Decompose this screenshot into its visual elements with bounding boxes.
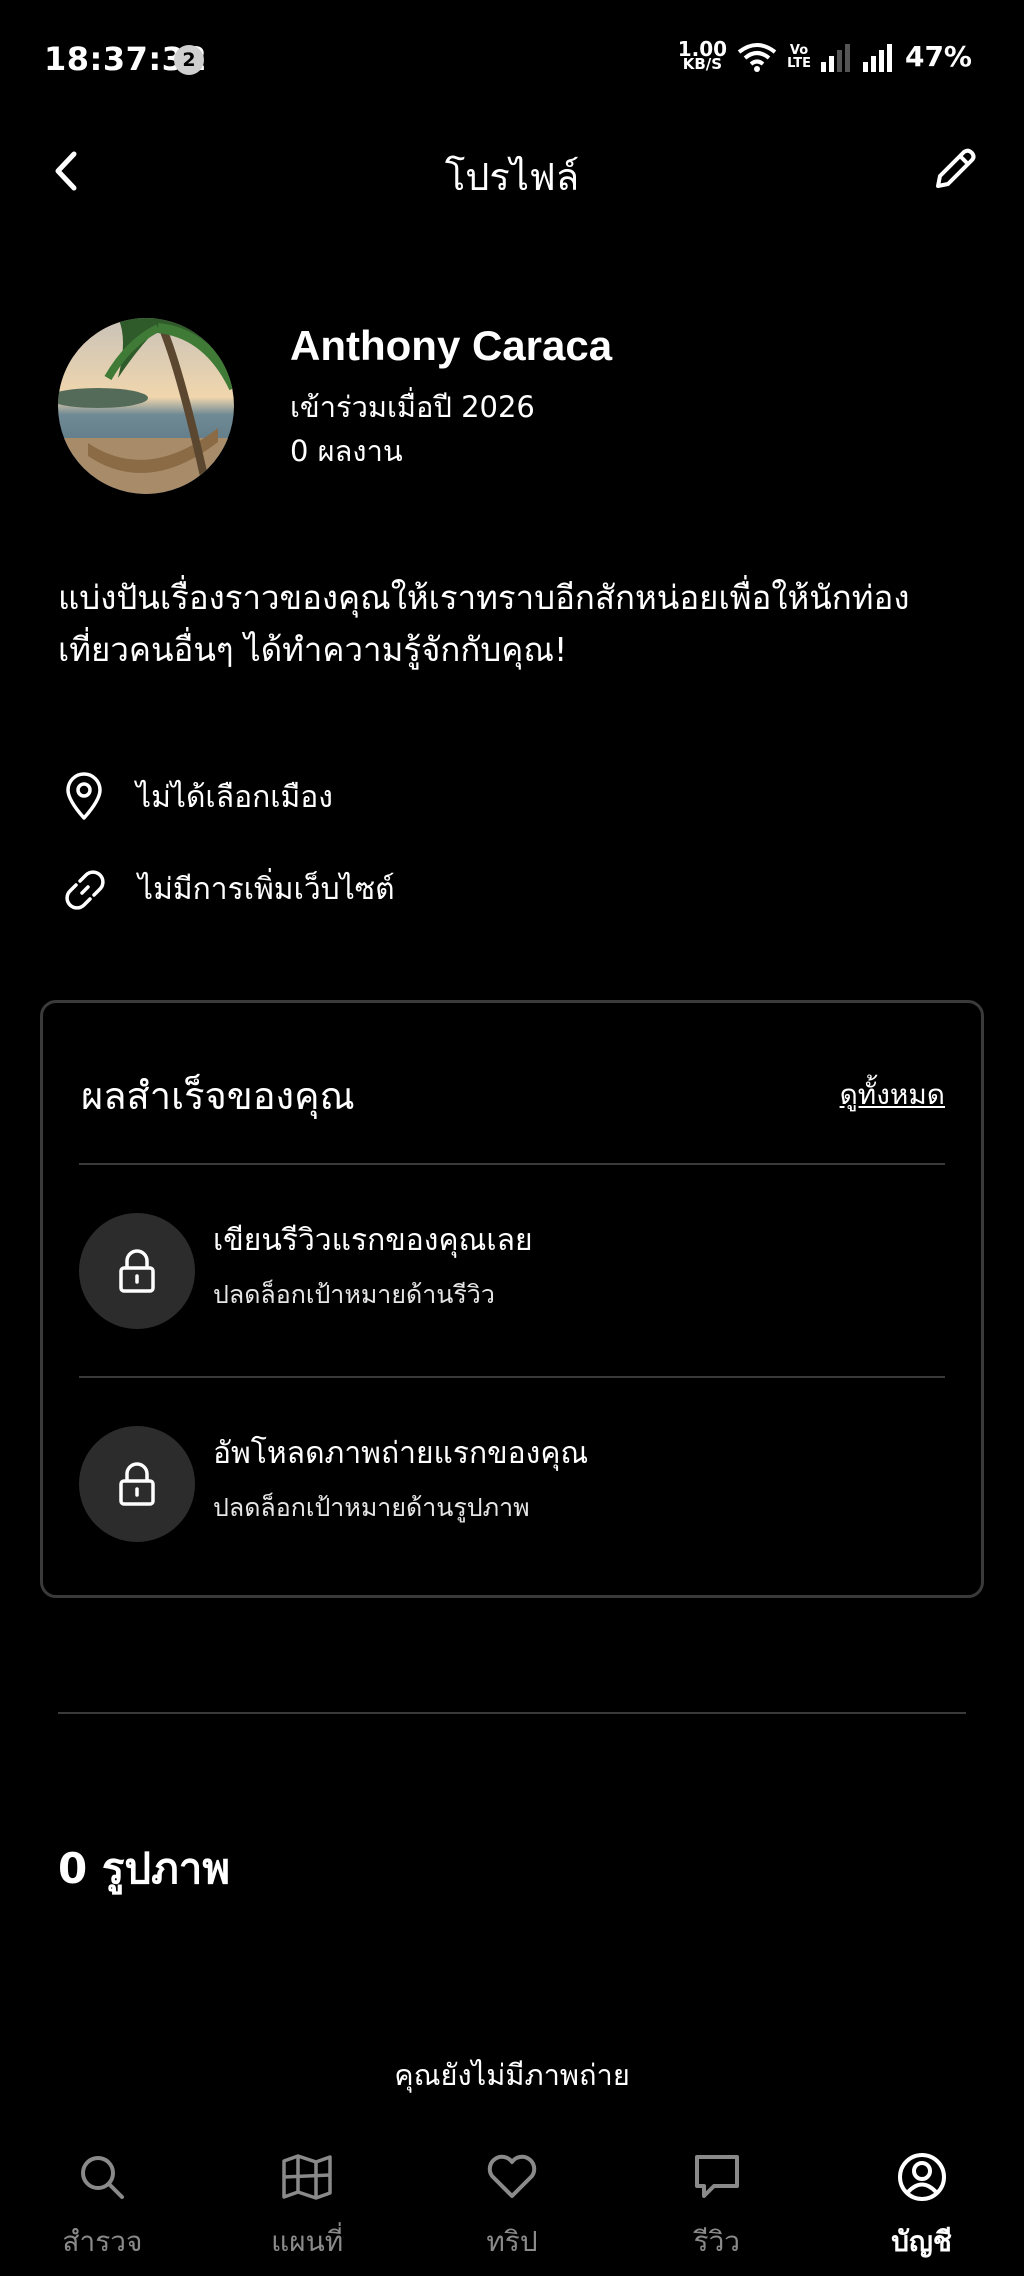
nav-map[interactable]: แผนที่ [205,2148,410,2276]
divider [79,1376,945,1378]
nav-reviews[interactable]: รีวิว [614,2148,819,2276]
nav-explore[interactable]: สำรวจ [0,2148,205,2276]
nav-label: สำรวจ [62,2225,143,2258]
profile-joined: เข้าร่วมเมื่อปี 2026 [290,390,535,424]
lock-icon [119,1249,155,1293]
network-speed: 1.00 KB/S [677,36,728,73]
achievement-lock-badge [79,1213,195,1329]
volte-indicator: Vo LTE [787,42,811,71]
achievement-title: เขียนรีวิวแรกของคุณเลย [213,1223,533,1258]
achievement-title: อัพโหลดภาพถ่ายแรกของคุณ [213,1436,589,1471]
nav-label: บัญชี [891,2225,952,2258]
status-indicators: 1.00 KB/S Vo LTE 47% [677,36,972,74]
signal-full-icon [862,43,892,72]
page-title: โปรไฟล์ [444,155,580,199]
account-icon [897,2153,946,2201]
battery-level: 47% [904,40,972,73]
notification-count-badge: 2 [174,45,204,75]
achievement-subtitle: ปลดล็อกเป้าหมายด้านรูปภาพ [213,1493,530,1522]
bottom-nav: สำรวจ แผนที่ ทริป รีวิว บัญชี [0,2148,1024,2276]
nav-label: ทริป [486,2225,538,2258]
profile-works-count: 0 ผลงาน [290,434,403,468]
website-label: ไม่มีการเพิ่มเว็บไซต์ [138,872,395,907]
website-row[interactable]: ไม่มีการเพิ่มเว็บไซต์ [62,866,395,913]
empty-photos-message: คุณยังไม่มีภาพถ่าย [394,2058,630,2092]
achievement-lock-badge [79,1426,195,1542]
link-icon [65,869,105,910]
achievement-subtitle: ปลดล็อกเป้าหมายด้านรีวิว [213,1280,495,1309]
search-icon [81,2156,125,2199]
heart-icon [487,2154,537,2198]
nav-trips[interactable]: ทริป [410,2148,615,2276]
chat-bubble-icon [694,2155,739,2198]
pencil-icon [936,148,976,188]
city-label: ไม่ได้เลือกเมือง [136,779,333,815]
achievements-card: ผลสำเร็จของคุณ ดูทั้งหมด เขียนรีวิวแรกขอ… [40,1000,984,1598]
wifi-icon [737,42,777,72]
achievements-title: ผลสำเร็จของคุณ [81,1074,355,1118]
nav-account[interactable]: บัญชี [819,2148,1024,2276]
photos-heading: 0 รูปภาพ [58,1844,231,1893]
map-icon [282,2154,332,2200]
edit-profile-button[interactable] [930,144,980,194]
profile-name: Anthony Caraca [290,322,613,369]
section-divider [58,1712,966,1714]
avatar[interactable] [58,318,234,494]
divider [79,1163,945,1165]
avatar-beach-image [58,318,234,494]
view-all-link[interactable]: ดูทั้งหมด [840,1073,945,1117]
signal-weak-icon [820,43,850,72]
nav-label: รีวิว [693,2225,741,2258]
city-row[interactable]: ไม่ได้เลือกเมือง [62,772,333,822]
location-pin-icon [66,772,102,820]
profile-bio: แบ่งปันเรื่องราวของคุณให้เราทราบอีกสักหน… [58,578,910,669]
nav-label: แผนที่ [271,2225,344,2258]
lock-icon [119,1462,155,1506]
